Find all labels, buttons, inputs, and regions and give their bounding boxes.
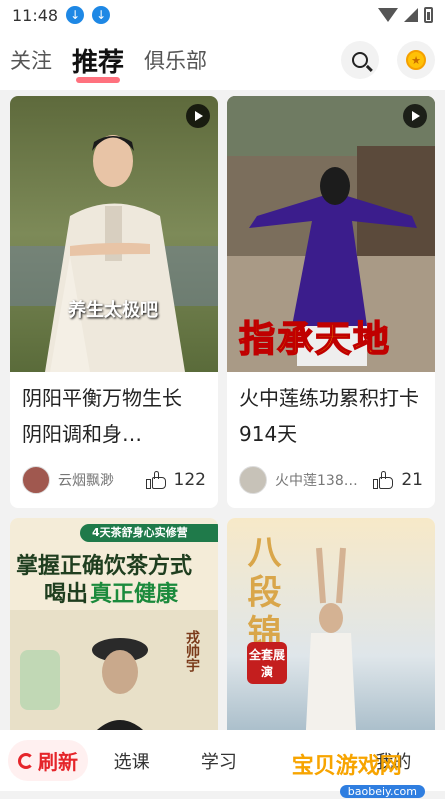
card-meta: 云烟飘渺 122: [10, 460, 218, 500]
thumbnail-badge: 全套展演: [247, 642, 287, 684]
tab-label: 关注: [10, 49, 52, 73]
search-button[interactable]: [341, 41, 379, 79]
avatar[interactable]: [239, 466, 267, 494]
thumbnail-caption: 八段锦: [241, 534, 281, 654]
video-thumbnail[interactable]: 养生太极吧: [10, 96, 218, 372]
video-thumbnail[interactable]: 4天茶舒身心实修营 掌握正确饮茶方式 喝出 真正健康 戎帅宇: [10, 518, 218, 730]
like-button[interactable]: 122: [145, 470, 206, 490]
thumbs-up-icon: [145, 471, 166, 489]
watermark-url: baobeiy.com: [339, 785, 425, 798]
thumbnail-image: [10, 96, 218, 372]
like-count: 122: [173, 470, 206, 490]
tab-label: 俱乐部: [144, 49, 208, 73]
like-count: 21: [401, 470, 423, 490]
download-icon: ↓: [92, 6, 111, 24]
tab-club[interactable]: 俱乐部: [144, 45, 207, 75]
status-time: 11:48: [12, 5, 59, 25]
wifi-icon: [378, 8, 398, 22]
watermark: 宝贝游戏网 baobeiy.com: [292, 748, 425, 799]
refresh-icon: [18, 752, 34, 769]
thumbnail-caption: 喝出: [44, 582, 89, 607]
author-name[interactable]: 火中莲138…: [275, 470, 367, 490]
search-icon: [352, 52, 368, 68]
tab-indicator: [76, 76, 121, 83]
video-card[interactable]: 养生太极吧 阴阳平衡万物生长 阴阳调和身… 云烟飘渺 122: [10, 96, 218, 508]
avatar[interactable]: [22, 466, 50, 494]
video-thumbnail[interactable]: 八段锦 全套展演: [227, 518, 435, 730]
nav-courses[interactable]: 选课: [88, 748, 175, 774]
card-meta: 火中莲138… 21: [227, 460, 435, 500]
refresh-button[interactable]: 刷新: [8, 740, 88, 781]
author-name[interactable]: 云烟飘渺: [58, 470, 140, 490]
top-tab-bar: 关注 推荐 俱乐部 ★: [0, 30, 445, 90]
thumbnail-caption: 养生太极吧: [68, 300, 158, 321]
thumbs-up-icon: [373, 471, 394, 489]
refresh-label: 刷新: [38, 750, 78, 774]
download-icon: ↓: [66, 6, 85, 24]
coin-button[interactable]: ★: [397, 41, 435, 79]
play-icon: [403, 104, 427, 128]
card-title: 火中莲练功累积打卡914天: [239, 386, 419, 446]
signal-icon: [404, 8, 418, 22]
coin-icon: ★: [406, 50, 426, 70]
status-bar: 11:48 ↓ ↓: [0, 0, 445, 30]
thumbnail-caption: 真正健康: [90, 582, 179, 607]
course-banner-text: 4天茶舒身心实修营: [92, 526, 188, 539]
video-thumbnail[interactable]: 指承天地: [227, 96, 435, 372]
video-card[interactable]: 八段锦 全套展演: [227, 518, 435, 730]
feed: 养生太极吧 阴阳平衡万物生长 阴阳调和身… 云烟飘渺 122 指承天地 火中莲练…: [0, 90, 445, 730]
like-button[interactable]: 21: [373, 470, 423, 490]
thumbnail-caption: 指承天地: [238, 318, 392, 361]
tab-label: 推荐: [72, 47, 125, 78]
nav-study[interactable]: 学习: [175, 748, 262, 774]
battery-icon: [424, 7, 433, 23]
host-name: 戎帅宇: [184, 630, 200, 672]
play-icon: [186, 104, 210, 128]
tab-follow[interactable]: 关注: [10, 45, 52, 75]
tab-recommend[interactable]: 推荐: [72, 42, 125, 83]
card-title: 阴阳平衡万物生长 阴阳调和身…: [22, 386, 182, 446]
video-card[interactable]: 4天茶舒身心实修营 掌握正确饮茶方式 喝出 真正健康 戎帅宇: [10, 518, 218, 730]
video-card[interactable]: 指承天地 火中莲练功累积打卡914天 火中莲138… 21: [227, 96, 435, 508]
watermark-text: 宝贝游戏网: [291, 754, 402, 779]
